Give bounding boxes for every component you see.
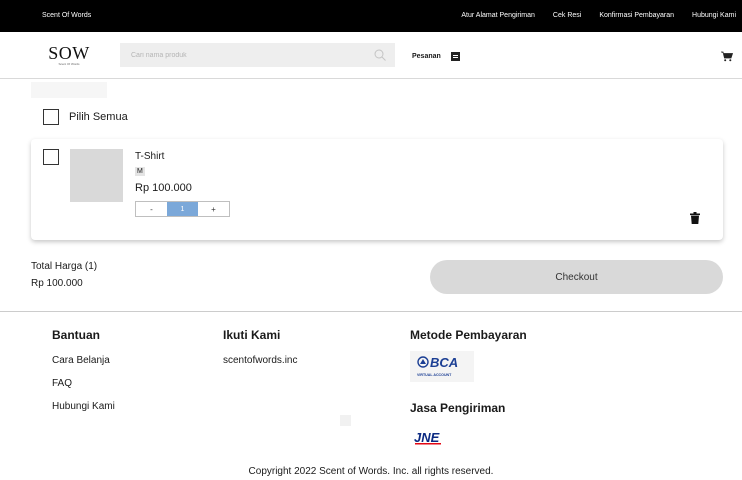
quantity-value[interactable]: 1 [167,202,198,216]
site-header: SOW Scent Of Words Pesanan [0,32,742,79]
item-checkbox[interactable] [43,149,59,165]
jne-logo-text: JNE [414,430,440,445]
top-bar: Scent Of Words Atur Alamat Pengiriman Ce… [0,0,742,32]
logo[interactable]: SOW Scent Of Words [48,44,90,66]
footer-follow-title: Ikuti Kami [223,328,281,342]
topbar-link-set-address[interactable]: Atur Alamat Pengiriman [461,12,535,19]
footer-help-title: Bantuan [52,328,100,342]
logo-text: SOW [48,43,90,63]
quantity-stepper: - 1 + [135,201,230,217]
checkout-button[interactable]: Checkout [430,260,723,294]
cart-item-card: T-Shirt M Rp 100.000 - 1 + [31,139,723,240]
total-price: Rp 100.000 [31,278,83,289]
orders-icon [450,52,460,61]
product-name[interactable]: T-Shirt [135,151,164,162]
footer-help: Bantuan Cara Belanja FAQ Hubungi Kami [52,328,115,424]
orders-label: Pesanan [412,53,441,60]
footer-link-faq[interactable]: FAQ [52,378,115,389]
placeholder-bar [31,82,107,98]
product-size-badge: M [135,167,145,176]
bca-logo: BCA VIRTUAL ACCOUNT [410,351,474,382]
footer-social-handle[interactable]: scentofwords.inc [223,355,297,366]
topbar-links: Atur Alamat Pengiriman Cek Resi Konfirma… [461,12,736,19]
select-all-label: Pilih Semua [69,111,128,123]
search-icon[interactable] [373,48,387,62]
select-all-checkbox[interactable] [43,109,59,125]
placeholder-square [340,415,351,426]
footer-divider [0,311,742,312]
footer-payment: Metode Pembayaran [410,328,527,342]
topbar-link-confirm-payment[interactable]: Konfirmasi Pembayaran [599,12,674,19]
orders-link[interactable]: Pesanan [412,52,460,61]
footer-link-contact[interactable]: Hubungi Kami [52,401,115,412]
select-all[interactable]: Pilih Semua [43,109,128,125]
footer-payment-title: Metode Pembayaran [410,328,527,342]
decrement-button[interactable]: - [136,202,167,216]
topbar-link-track-order[interactable]: Cek Resi [553,12,581,19]
search-box [120,43,395,67]
cart-icon[interactable] [721,51,733,62]
jne-logo: JNE [410,429,456,449]
product-price: Rp 100.000 [135,182,192,194]
footer-shipping-title: Jasa Pengiriman [410,401,506,415]
footer-link-how-to-shop[interactable]: Cara Belanja [52,355,115,366]
increment-button[interactable]: + [198,202,229,216]
bca-logo-text: BCA [430,355,458,370]
bca-logo-subtext: VIRTUAL ACCOUNT [417,373,452,377]
copyright-text: Copyright 2022 Scent of Words. Inc. all … [248,466,494,477]
total-label: Total Harga (1) [31,261,98,272]
topbar-link-contact[interactable]: Hubungi Kami [692,12,736,19]
footer-follow: Ikuti Kami scentofwords.inc [223,328,297,378]
topbar-brand[interactable]: Scent Of Words [42,12,91,19]
trash-icon[interactable] [690,212,700,224]
product-image[interactable] [70,149,123,202]
search-input[interactable] [120,43,370,67]
